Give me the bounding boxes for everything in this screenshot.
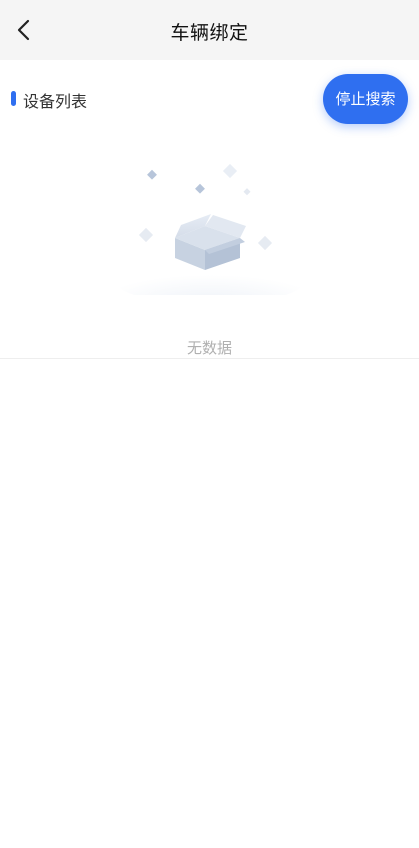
device-list-title: 设备列表 (23, 92, 88, 111)
page-title: 车辆绑定 (170, 22, 249, 44)
divider (0, 358, 419, 359)
empty-state-text: 无数据 (186, 339, 232, 357)
empty-box-illustration (115, 163, 305, 295)
stop-search-button[interactable]: 停止搜索 (323, 74, 408, 124)
section-accent-bar (11, 91, 16, 106)
